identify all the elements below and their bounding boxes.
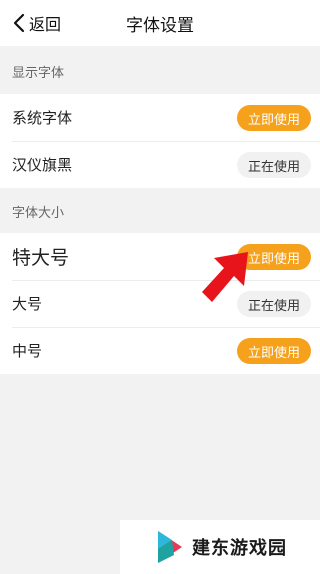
- size-row-label: 特大号: [12, 247, 70, 269]
- use-now-button[interactable]: 立即使用: [237, 105, 311, 131]
- size-row-label: 大号: [12, 295, 43, 313]
- in-use-button[interactable]: 正在使用: [237, 152, 311, 178]
- watermark-text: 建东游戏园: [192, 538, 287, 559]
- arrow-pointer-icon: [202, 252, 248, 302]
- page-title: 字体设置: [126, 16, 194, 36]
- size-row-medium: 中号 立即使用: [0, 327, 320, 374]
- font-row-system: 系统字体 立即使用: [0, 94, 320, 141]
- brand-logo-icon: [158, 531, 182, 563]
- display-font-group: 系统字体 立即使用 汉仪旗黑 正在使用: [0, 94, 320, 188]
- section-label-display-font: 显示字体: [12, 66, 65, 81]
- size-row-label: 中号: [12, 342, 43, 360]
- section-label-font-size: 字体大小: [12, 206, 65, 221]
- font-row-label: 系统字体: [12, 109, 73, 127]
- font-row-hanyi: 汉仪旗黑 正在使用: [0, 141, 320, 188]
- use-now-button[interactable]: 立即使用: [237, 338, 311, 364]
- nav-bar: 返回 字体设置: [0, 0, 320, 46]
- watermark: 建东游戏园: [120, 520, 320, 574]
- font-row-label: 汉仪旗黑: [12, 156, 73, 174]
